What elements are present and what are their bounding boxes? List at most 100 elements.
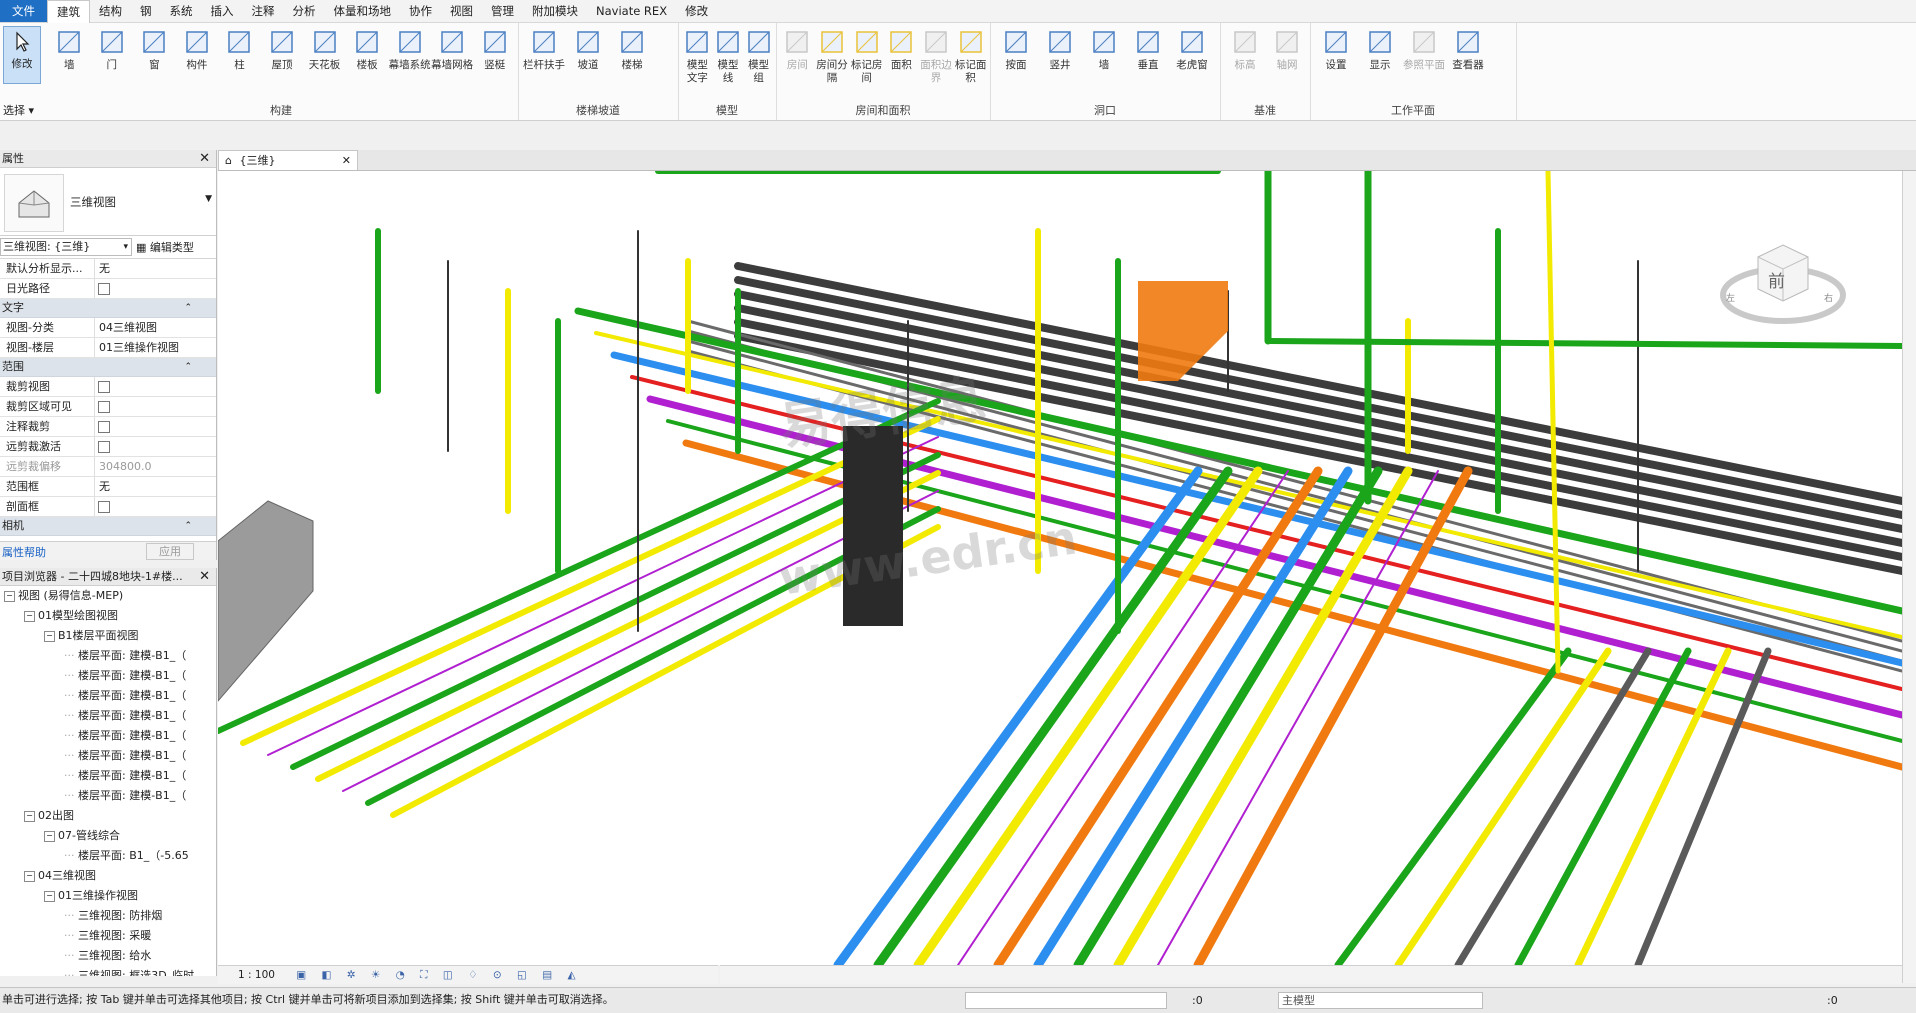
browser-tree-node[interactable]: − B1楼层平面视图	[0, 626, 216, 646]
ribbon-tool-button[interactable]: 垂直	[1126, 27, 1170, 72]
browser-tree-node[interactable]: −01模型绘图视图	[0, 606, 216, 626]
browser-tree-node[interactable]: −02出图	[0, 806, 216, 826]
property-value[interactable]: 无	[95, 477, 216, 496]
property-row[interactable]: 远剪裁偏移 304800.0	[0, 457, 216, 477]
menu-item[interactable]: 建筑	[47, 0, 90, 23]
ribbon-tool-button[interactable]: 面积边界	[919, 27, 954, 85]
collapse-toggle-icon[interactable]: −	[44, 890, 55, 902]
property-value[interactable]: 04三维视图	[95, 318, 216, 337]
collapse-toggle-icon[interactable]: −	[44, 830, 55, 842]
menu-item[interactable]: 文件	[0, 0, 47, 22]
ribbon-tool-button[interactable]: 门	[91, 27, 134, 72]
browser-tree-node[interactable]: ··· 楼层平面: 建模-B1_（	[0, 706, 216, 726]
property-row[interactable]: 日光路径	[0, 279, 216, 299]
pipe-segment[interactable]	[1454, 647, 1652, 965]
pipe-segment[interactable]	[1545, 171, 1561, 674]
collapse-toggle-icon[interactable]: −	[24, 810, 35, 822]
property-value[interactable]	[95, 437, 216, 456]
viewcube-front[interactable]: 前	[1768, 267, 1785, 292]
browser-tree-node[interactable]: ··· 楼层平面: 建模-B1_（	[0, 766, 216, 786]
view-selector[interactable]: 三维视图: {三维} ▾	[0, 238, 132, 256]
collapse-icon[interactable]: ⌃	[184, 517, 192, 535]
browser-tree-node[interactable]: ··· 三维视图: 给水	[0, 946, 216, 966]
property-checkbox[interactable]	[98, 401, 110, 413]
ribbon-tool-button[interactable]: 房间	[780, 27, 815, 72]
wall-element[interactable]	[218, 500, 314, 702]
ribbon-tool-button[interactable]: 墙	[48, 27, 91, 72]
ribbon-tool-button[interactable]: 模型组	[743, 27, 774, 85]
property-section[interactable]: 相机 ⌃	[0, 517, 216, 536]
pipe-segment[interactable]	[1334, 647, 1572, 965]
ribbon-tool-button[interactable]: 模型文字	[682, 27, 713, 85]
collapse-toggle-icon[interactable]: −	[24, 610, 35, 622]
workset-field[interactable]	[965, 992, 1167, 1009]
ribbon-tool-button[interactable]: 天花板	[303, 27, 346, 72]
property-row[interactable]: 裁剪视图	[0, 377, 216, 397]
browser-tree-node[interactable]: ··· 三维视图: 采暖	[0, 926, 216, 946]
ribbon-tool-button[interactable]: 房间分隔	[815, 27, 850, 85]
property-row[interactable]: 默认分析显示... 无	[0, 259, 216, 279]
property-section[interactable]: 范围 ⌃	[0, 358, 216, 377]
close-icon[interactable]: ✕	[342, 151, 351, 170]
ribbon-tool-button[interactable]: 设置	[1314, 27, 1358, 72]
chevron-down-icon[interactable]: ▼	[205, 194, 212, 204]
ribbon-tool-button[interactable]: 模型线	[713, 27, 744, 85]
property-value[interactable]	[95, 377, 216, 396]
collapse-icon[interactable]: ⌃	[184, 299, 192, 317]
property-checkbox[interactable]	[98, 441, 110, 453]
browser-tree-node[interactable]: ··· 三维视图: 防排烟	[0, 906, 216, 926]
ribbon-tool-button[interactable]: 幕墙系统	[388, 27, 431, 72]
browser-tree-node[interactable]: ··· 楼层平面: 建模-B1_（	[0, 786, 216, 806]
ribbon-tool-button[interactable]: 柱	[218, 27, 261, 72]
ribbon-tool-button[interactable]: 竖井	[1038, 27, 1082, 72]
property-section[interactable]: 文字 ⌃	[0, 299, 216, 318]
property-value[interactable]	[95, 397, 216, 416]
ribbon-tool-button[interactable]: 参照平面	[1402, 27, 1446, 72]
ribbon-tool-button[interactable]: 轴网	[1266, 27, 1308, 72]
ribbon-tool-button[interactable]: 构件	[176, 27, 219, 72]
ribbon-tool-button[interactable]: 老虎窗	[1170, 27, 1214, 72]
property-value[interactable]	[95, 279, 216, 298]
property-checkbox[interactable]	[98, 283, 110, 295]
menu-item[interactable]: 分析	[284, 0, 325, 22]
selection-filter-count[interactable]: :0	[1827, 989, 1838, 1013]
ribbon-tool-button[interactable]: 按面	[994, 27, 1038, 72]
menu-item[interactable]: Naviate REX	[587, 0, 676, 22]
ribbon-tool-button[interactable]: 屋顶	[261, 27, 304, 72]
menu-item[interactable]: 协作	[400, 0, 441, 22]
property-value[interactable]	[95, 497, 216, 516]
property-row[interactable]: 注释裁剪	[0, 417, 216, 437]
ribbon-tool-button[interactable]: 幕墙网格	[431, 27, 474, 72]
property-checkbox[interactable]	[98, 501, 110, 513]
browser-tree-node[interactable]: ··· 三维视图: 框选3D_临时	[0, 966, 216, 976]
browser-tree-node[interactable]: −01三维操作视图	[0, 886, 216, 906]
model-selector[interactable]: 主模型	[1278, 992, 1483, 1009]
pipe-segment[interactable]	[1394, 647, 1612, 965]
property-value[interactable]: 无	[95, 259, 216, 278]
property-row[interactable]: 裁剪区域可见	[0, 397, 216, 417]
browser-tree-node[interactable]: ··· 楼层平面: 建模-B1_（	[0, 726, 216, 746]
property-row[interactable]: 视图-楼层 01三维操作视图	[0, 338, 216, 358]
properties-help-link[interactable]: 属性帮助	[2, 544, 46, 560]
view-tab-3d[interactable]: ⌂ {三维} ✕	[218, 150, 358, 170]
pipe-segment[interactable]	[1265, 338, 1902, 349]
menu-item[interactable]: 体量和场地	[325, 0, 401, 22]
ribbon-tool-button[interactable]: 窗	[133, 27, 176, 72]
browser-tree-node[interactable]: ··· 楼层平面: 建模-B1_（	[0, 666, 216, 686]
collapse-toggle-icon[interactable]: −	[44, 630, 55, 642]
menu-item[interactable]: 插入	[202, 0, 243, 22]
menu-item[interactable]: 管理	[482, 0, 523, 22]
menu-item[interactable]: 修改	[676, 0, 717, 22]
property-row[interactable]: 远剪裁激活	[0, 437, 216, 457]
ribbon-tool-button[interactable]: 显示	[1358, 27, 1402, 72]
browser-tree-node[interactable]: ··· 楼层平面: B1_（-5.65	[0, 846, 216, 866]
ribbon-tool-button[interactable]: 标记房间	[849, 27, 884, 85]
menu-item[interactable]: 注释	[243, 0, 284, 22]
menu-item[interactable]: 钢	[131, 0, 161, 22]
ribbon-tool-button[interactable]: 竖梃	[473, 27, 516, 72]
view-scale[interactable]: 1 : 100	[238, 969, 275, 981]
collapse-icon[interactable]: ⌃	[184, 358, 192, 376]
equipment-element[interactable]	[843, 426, 903, 626]
edit-type-button[interactable]: ▦ 编辑类型	[136, 239, 194, 255]
menu-item[interactable]: 结构	[90, 0, 131, 22]
